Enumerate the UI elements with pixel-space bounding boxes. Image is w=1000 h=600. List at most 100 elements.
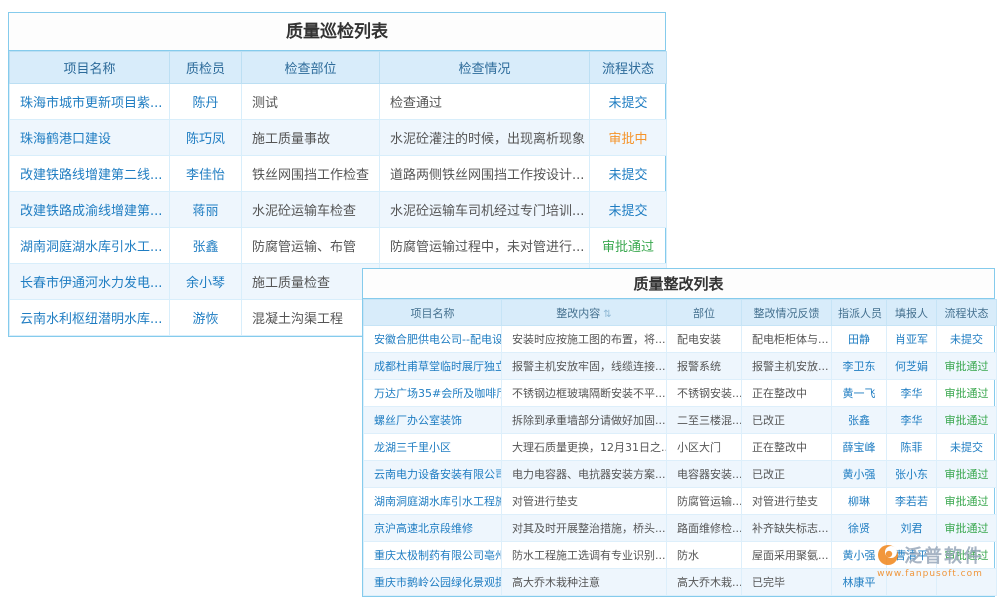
part-cell: 防腐管运输... [667, 488, 742, 515]
col-rectify-content[interactable]: 整改内容⇅ [502, 300, 667, 326]
assignee-cell[interactable]: 黄小强 [832, 461, 887, 488]
project-name-cell[interactable]: 重庆太极制药有限公司亳州中... [364, 542, 502, 569]
rectification-row[interactable]: 万达广场35#会所及咖啡厅空... 不锈钢边框玻璃隔断安装不平... 不锈钢安装… [364, 380, 997, 407]
rectification-row[interactable]: 龙湖三千里小区 大理石质量更换，12月31日之... 小区大门 正在整改中 薛宝… [364, 434, 997, 461]
part-cell: 防水 [667, 542, 742, 569]
check-location-cell: 施工质量事故 [242, 120, 380, 156]
workflow-status-cell: 审批中 [590, 120, 667, 156]
rectify-content-cell: 拆除到承重墙部分请做好加固... [502, 407, 667, 434]
project-name-cell[interactable]: 改建铁路线增建第二线... [10, 156, 170, 192]
project-name-cell[interactable]: 改建铁路成渝线增建第... [10, 192, 170, 228]
reporter-cell[interactable]: 李若若 [887, 488, 937, 515]
project-name-cell[interactable]: 长春市伊通河水力发电... [10, 264, 170, 300]
rectify-content-cell: 电力电容器、电抗器安装方案... [502, 461, 667, 488]
project-name-cell[interactable]: 龙湖三千里小区 [364, 434, 502, 461]
assignee-cell[interactable]: 黄一飞 [832, 380, 887, 407]
inspector-cell[interactable]: 李佳怡 [170, 156, 242, 192]
check-location-cell: 防腐管运输、布管 [242, 228, 380, 264]
project-name-cell[interactable]: 珠海鹤港口建设 [10, 120, 170, 156]
workflow-status-cell: 审批通过 [937, 515, 997, 542]
project-name-cell[interactable]: 成都杜甫草堂临时展厅独立展... [364, 353, 502, 380]
workflow-status-cell: 审批通过 [590, 228, 667, 264]
assignee-cell[interactable]: 李卫东 [832, 353, 887, 380]
reporter-cell[interactable]: 李华 [887, 407, 937, 434]
col-workflow-status: 流程状态 [937, 300, 997, 326]
sort-icon[interactable]: ⇅ [603, 309, 611, 320]
part-cell: 二至三楼混... [667, 407, 742, 434]
inspector-cell[interactable]: 陈丹 [170, 84, 242, 120]
project-name-cell[interactable]: 万达广场35#会所及咖啡厅空... [364, 380, 502, 407]
reporter-cell[interactable]: 张小东 [887, 461, 937, 488]
inspection-list-title: 质量巡检列表 [9, 13, 665, 51]
reporter-cell[interactable]: 刘君 [887, 515, 937, 542]
reporter-cell[interactable]: 何芝娟 [887, 353, 937, 380]
assignee-cell[interactable]: 田静 [832, 326, 887, 353]
assignee-cell[interactable]: 徐贤 [832, 515, 887, 542]
project-name-cell[interactable]: 重庆市鹅岭公园绿化景观提升... [364, 569, 502, 596]
check-location-cell: 铁丝网围挡工作检查 [242, 156, 380, 192]
inspector-cell[interactable]: 蒋丽 [170, 192, 242, 228]
project-name-cell[interactable]: 珠海市城市更新项目紫... [10, 84, 170, 120]
project-name-cell[interactable]: 安徽合肥供电公司--配电设备... [364, 326, 502, 353]
feedback-cell: 正在整改中 [742, 380, 832, 407]
feedback-cell: 正在整改中 [742, 434, 832, 461]
feedback-cell: 屋面采用聚氨... [742, 542, 832, 569]
inspection-row[interactable]: 湖南洞庭湖水库引水工... 张鑫 防腐管运输、布管 防腐管运输过程中，未对管进行… [10, 228, 667, 264]
check-situation-cell: 道路两侧铁丝网围挡工作按设计... [380, 156, 590, 192]
check-situation-cell: 水泥砼灌注的时候，出现离析现象 [380, 120, 590, 156]
workflow-status-cell: 审批通过 [937, 353, 997, 380]
feedback-cell: 已改正 [742, 461, 832, 488]
part-cell: 路面维修检... [667, 515, 742, 542]
inspection-row[interactable]: 改建铁路线增建第二线... 李佳怡 铁丝网围挡工作检查 道路两侧铁丝网围挡工作按… [10, 156, 667, 192]
workflow-status-cell: 审批通过 [937, 461, 997, 488]
part-cell: 不锈钢安装... [667, 380, 742, 407]
assignee-cell[interactable]: 薛宝峰 [832, 434, 887, 461]
inspection-row[interactable]: 珠海市城市更新项目紫... 陈丹 测试 检查通过 未提交 [10, 84, 667, 120]
inspection-header-row: 项目名称 质检员 检查部位 检查情况 流程状态 [10, 52, 667, 84]
inspector-cell[interactable]: 余小琴 [170, 264, 242, 300]
check-situation-cell: 水泥砼运输车司机经过专门培训... [380, 192, 590, 228]
inspector-cell[interactable]: 陈巧凤 [170, 120, 242, 156]
project-name-cell[interactable]: 湖南洞庭湖水库引水工程施工标... [364, 488, 502, 515]
rectify-content-cell: 对其及时开展整治措施，桥头... [502, 515, 667, 542]
inspection-row[interactable]: 改建铁路成渝线增建第... 蒋丽 水泥砼运输车检查 水泥砼运输车司机经过专门培训… [10, 192, 667, 228]
rectification-row[interactable]: 云南电力设备安装有限公司20... 电力电容器、电抗器安装方案... 电容器安装… [364, 461, 997, 488]
rectify-content-cell: 不锈钢边框玻璃隔断安装不平... [502, 380, 667, 407]
rectification-header-row: 项目名称 整改内容⇅ 部位 整改情况反馈 指派人员 填报人 流程状态 [364, 300, 997, 326]
rectify-content-cell: 大理石质量更换，12月31日之... [502, 434, 667, 461]
rectification-row[interactable]: 成都杜甫草堂临时展厅独立展... 报警主机安放牢固，线缆连接... 报警系统 报… [364, 353, 997, 380]
reporter-cell[interactable]: 李华 [887, 380, 937, 407]
check-location-cell: 施工质量检查 [242, 264, 380, 300]
rectification-row[interactable]: 湖南洞庭湖水库引水工程施工标... 对管进行垫支 防腐管运输... 对管进行垫支… [364, 488, 997, 515]
inspector-cell[interactable]: 游恢 [170, 300, 242, 336]
inspector-cell[interactable]: 张鑫 [170, 228, 242, 264]
workflow-status-cell: 审批通过 [937, 488, 997, 515]
assignee-cell[interactable]: 柳琳 [832, 488, 887, 515]
workflow-status-cell: 未提交 [590, 192, 667, 228]
col-project-name: 项目名称 [364, 300, 502, 326]
feedback-cell: 对管进行垫支 [742, 488, 832, 515]
project-name-cell[interactable]: 湖南洞庭湖水库引水工... [10, 228, 170, 264]
workflow-status-cell: 未提交 [590, 84, 667, 120]
reporter-cell[interactable]: 陈菲 [887, 434, 937, 461]
fanpu-swirl-icon [876, 543, 900, 567]
rectify-content-cell: 报警主机安放牢固，线缆连接... [502, 353, 667, 380]
project-name-cell[interactable]: 云南电力设备安装有限公司20... [364, 461, 502, 488]
rectification-row[interactable]: 安徽合肥供电公司--配电设备... 安装时应按施工图的布置，将... 配电安装 … [364, 326, 997, 353]
rectification-row[interactable]: 螺丝厂办公室装饰 拆除到承重墙部分请做好加固... 二至三楼混... 已改正 张… [364, 407, 997, 434]
part-cell: 报警系统 [667, 353, 742, 380]
assignee-cell[interactable]: 张鑫 [832, 407, 887, 434]
project-name-cell[interactable]: 螺丝厂办公室装饰 [364, 407, 502, 434]
project-name-cell[interactable]: 京沪高速北京段维修 [364, 515, 502, 542]
project-name-cell[interactable]: 云南水利枢纽潜明水库... [10, 300, 170, 336]
col-assignee: 指派人员 [832, 300, 887, 326]
feedback-cell: 报警主机安放... [742, 353, 832, 380]
reporter-cell[interactable]: 肖亚军 [887, 326, 937, 353]
rectification-list-title: 质量整改列表 [363, 269, 994, 299]
watermark-brand: 泛普软件 [904, 542, 984, 568]
check-situation-cell: 检查通过 [380, 84, 590, 120]
inspection-row[interactable]: 珠海鹤港口建设 陈巧凤 施工质量事故 水泥砼灌注的时候，出现离析现象 审批中 [10, 120, 667, 156]
check-location-cell: 测试 [242, 84, 380, 120]
rectify-content-cell: 高大乔木栽种注意 [502, 569, 667, 596]
rectification-row[interactable]: 京沪高速北京段维修 对其及时开展整治措施，桥头... 路面维修检... 补齐缺失… [364, 515, 997, 542]
